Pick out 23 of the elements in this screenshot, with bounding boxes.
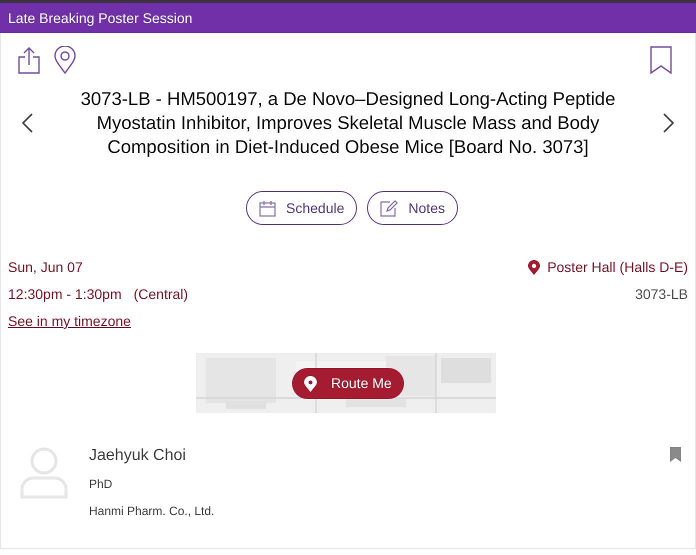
- location-name: Poster Hall (Halls D-E): [547, 259, 688, 276]
- speaker-name: Jaehyuk Choi: [89, 446, 187, 465]
- session-type-title: Late Breaking Poster Session: [8, 8, 192, 28]
- route-me-button[interactable]: Route Me: [292, 368, 404, 399]
- timezone-label: (Central): [134, 286, 188, 303]
- edit-note-icon: [380, 200, 398, 216]
- session-title: 3073-LB - HM500197, a De Novo–Designed Long-Acting Peptide Myostatin Inhibitor, Improves Skeletal Muscle Mass and Body Composition in Diet-Induced Obese Mice [Board No. 3073]: [80, 87, 616, 159]
- bookmark-icon[interactable]: [670, 447, 681, 462]
- location-pin-icon: [528, 260, 540, 275]
- session-time: 12:30pm - 1:30pm: [8, 286, 122, 303]
- bookmark-icon[interactable]: [650, 46, 672, 74]
- session-date: Sun, Jun 07: [8, 259, 84, 276]
- calendar-icon: [259, 200, 276, 216]
- location-pin-icon: [304, 376, 317, 392]
- speaker-affiliation: Hanmi Pharm. Co., Ltd.: [89, 503, 214, 520]
- speaker-degree: PhD: [89, 476, 114, 493]
- notes-button[interactable]: Notes: [367, 191, 458, 225]
- timezone-link[interactable]: See in my timezone: [8, 313, 188, 330]
- location-pin-icon[interactable]: [54, 46, 76, 74]
- share-icon[interactable]: [18, 46, 40, 74]
- schedule-button[interactable]: Schedule: [246, 191, 358, 225]
- session-code: 3073-LB: [635, 286, 688, 303]
- avatar-icon: [19, 446, 69, 500]
